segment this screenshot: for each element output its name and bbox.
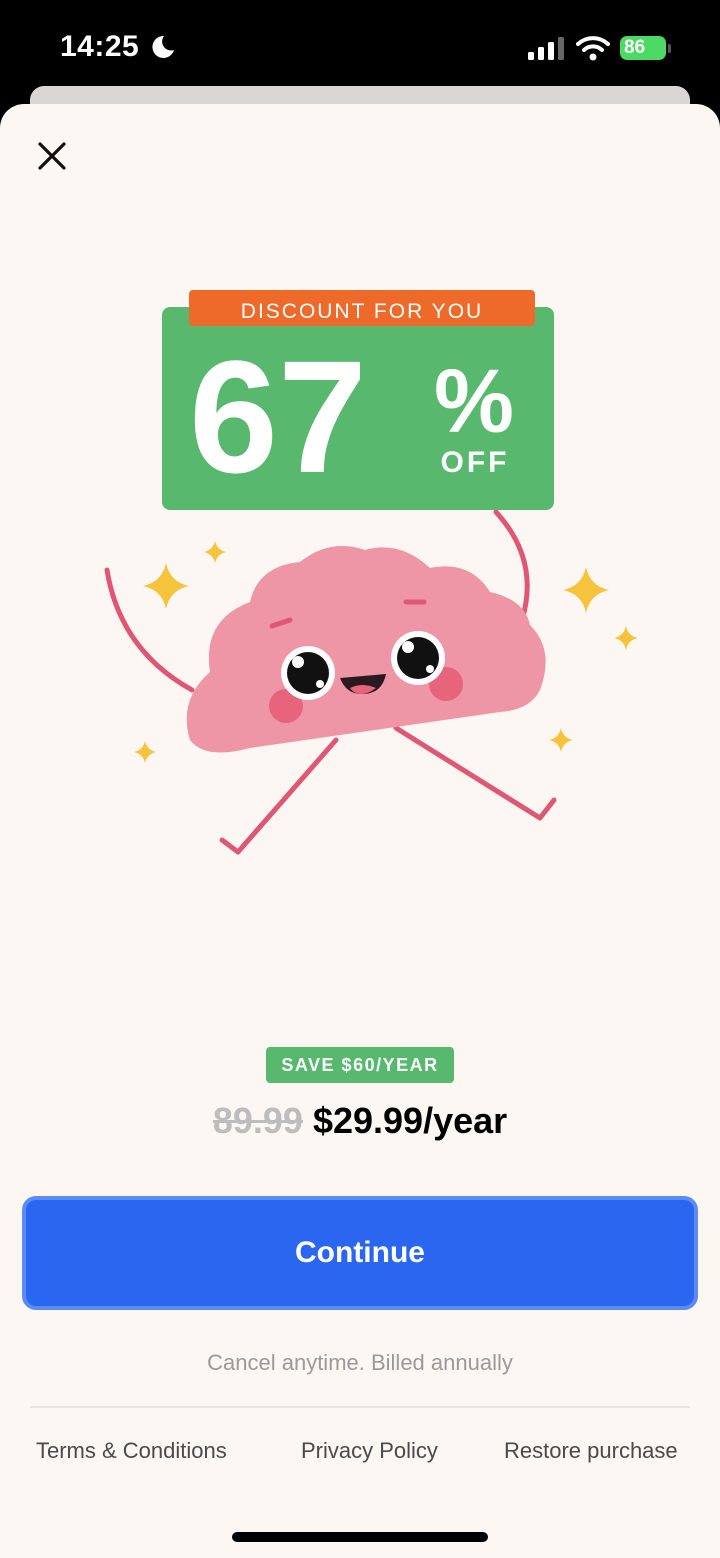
- terms-link[interactable]: Terms & Conditions: [36, 1438, 227, 1464]
- billing-note: Cancel anytime. Billed annually: [207, 1350, 513, 1375]
- old-price: 89.99: [212, 1100, 303, 1141]
- battery-icon: 86: [620, 36, 672, 62]
- moon-icon: [152, 35, 174, 58]
- battery-level: 86: [620, 36, 666, 60]
- discount-illustration: DISCOUNT FOR YOU 67 % OFF: [104, 290, 638, 855]
- discount-percent-symbol: %: [434, 352, 514, 452]
- price-row: 89.99 $29.99/year: [0, 1100, 720, 1142]
- discount-amount: 67: [189, 327, 367, 506]
- privacy-link[interactable]: Privacy Policy: [301, 1438, 438, 1464]
- new-price: $29.99/year: [312, 1100, 508, 1141]
- close-icon[interactable]: [36, 140, 68, 172]
- wifi-icon: [576, 36, 610, 61]
- status-time: 14:25: [60, 30, 140, 63]
- home-indicator: [232, 1532, 488, 1542]
- save-badge: SAVE $60/YEAR: [266, 1047, 454, 1083]
- brain-mascot: [186, 546, 546, 753]
- divider: [30, 1406, 690, 1408]
- discount-off-text: OFF: [441, 446, 510, 479]
- continue-button[interactable]: Continue: [22, 1196, 698, 1310]
- cellular-signal-icon: [528, 37, 564, 60]
- status-bar: 14:25 86: [0, 0, 720, 100]
- restore-purchase-link[interactable]: Restore purchase: [504, 1438, 678, 1464]
- discount-banner-text: DISCOUNT FOR YOU: [241, 300, 483, 323]
